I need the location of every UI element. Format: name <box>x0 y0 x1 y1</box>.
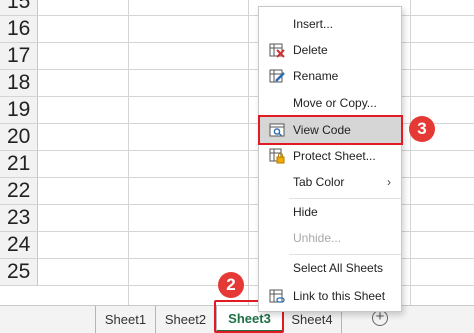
menu-item-label: Move or Copy... <box>293 96 377 110</box>
row-header[interactable]: 25 <box>0 259 38 285</box>
row-header[interactable]: 15 <box>0 0 38 15</box>
menu-item-label: Hide <box>293 205 318 219</box>
grid-row[interactable]: 21 <box>0 151 474 178</box>
menu-item-unhide: Unhide... <box>259 225 401 251</box>
menu-item-link-to-sheet[interactable]: Link to this Sheet <box>259 283 401 309</box>
column-divider <box>128 0 129 305</box>
row-header[interactable]: 23 <box>0 205 38 231</box>
menu-item-rename[interactable]: Rename <box>259 63 401 89</box>
protect-sheet-icon <box>269 148 285 164</box>
menu-item-label: Protect Sheet... <box>293 149 376 163</box>
row-header[interactable]: 18 <box>0 70 38 96</box>
delete-sheet-icon <box>269 43 285 58</box>
grid-row[interactable]: 17 <box>0 43 474 70</box>
step-badge-3: 3 <box>409 116 435 142</box>
menu-item-insert[interactable]: Insert... <box>259 11 401 37</box>
menu-item-label: Link to this Sheet <box>293 289 386 303</box>
row-header[interactable]: 19 <box>0 97 38 123</box>
row-header[interactable]: 17 <box>0 43 38 69</box>
column-divider <box>410 0 411 305</box>
menu-item-label: Select All Sheets <box>293 261 384 275</box>
row-header[interactable]: 16 <box>0 16 38 42</box>
menu-item-hide[interactable]: Hide <box>259 199 401 225</box>
column-divider <box>248 0 249 305</box>
menu-item-label: Tab Color <box>293 175 345 189</box>
rename-sheet-icon <box>269 69 285 83</box>
row-header[interactable]: 21 <box>0 151 38 177</box>
add-sheet-button[interactable]: + <box>372 309 388 326</box>
sheet-tab-sheet1[interactable]: Sheet1 <box>95 306 155 333</box>
sheet-tab-sheet2[interactable]: Sheet2 <box>155 306 215 333</box>
grid-row[interactable]: 15 <box>0 0 474 16</box>
row-header[interactable]: 20 <box>0 124 38 150</box>
row-header[interactable]: 22 <box>0 178 38 204</box>
row-header[interactable]: 24 <box>0 232 38 258</box>
menu-item-label: Unhide... <box>293 231 342 245</box>
menu-item-tab-color[interactable]: Tab Color › <box>259 169 401 195</box>
chevron-right-icon: › <box>387 175 391 189</box>
menu-item-delete[interactable]: Delete <box>259 37 401 63</box>
grid-row[interactable]: 18 <box>0 70 474 97</box>
menu-item-label: Insert... <box>293 17 334 31</box>
menu-item-protect-sheet[interactable]: Protect Sheet... <box>259 143 401 169</box>
grid-row[interactable]: 23 <box>0 205 474 232</box>
menu-item-move-or-copy[interactable]: Move or Copy... <box>259 90 401 116</box>
menu-item-select-all-sheets[interactable]: Select All Sheets <box>259 255 401 281</box>
step-badge-2: 2 <box>218 272 244 298</box>
grid-row[interactable]: 16 <box>0 16 474 43</box>
menu-highlight-box <box>258 115 403 145</box>
grid-row[interactable]: 22 <box>0 178 474 205</box>
link-sheet-icon <box>269 289 285 303</box>
menu-item-label: Delete <box>293 43 328 57</box>
menu-item-label: Rename <box>293 69 339 83</box>
grid-row[interactable]: 24 <box>0 232 474 259</box>
spreadsheet-grid[interactable]: 15 16 17 18 19 20 21 22 23 24 25 25 <box>0 0 474 313</box>
sheet-context-menu: Insert... Delete Rename Move or Copy... <box>258 6 402 312</box>
